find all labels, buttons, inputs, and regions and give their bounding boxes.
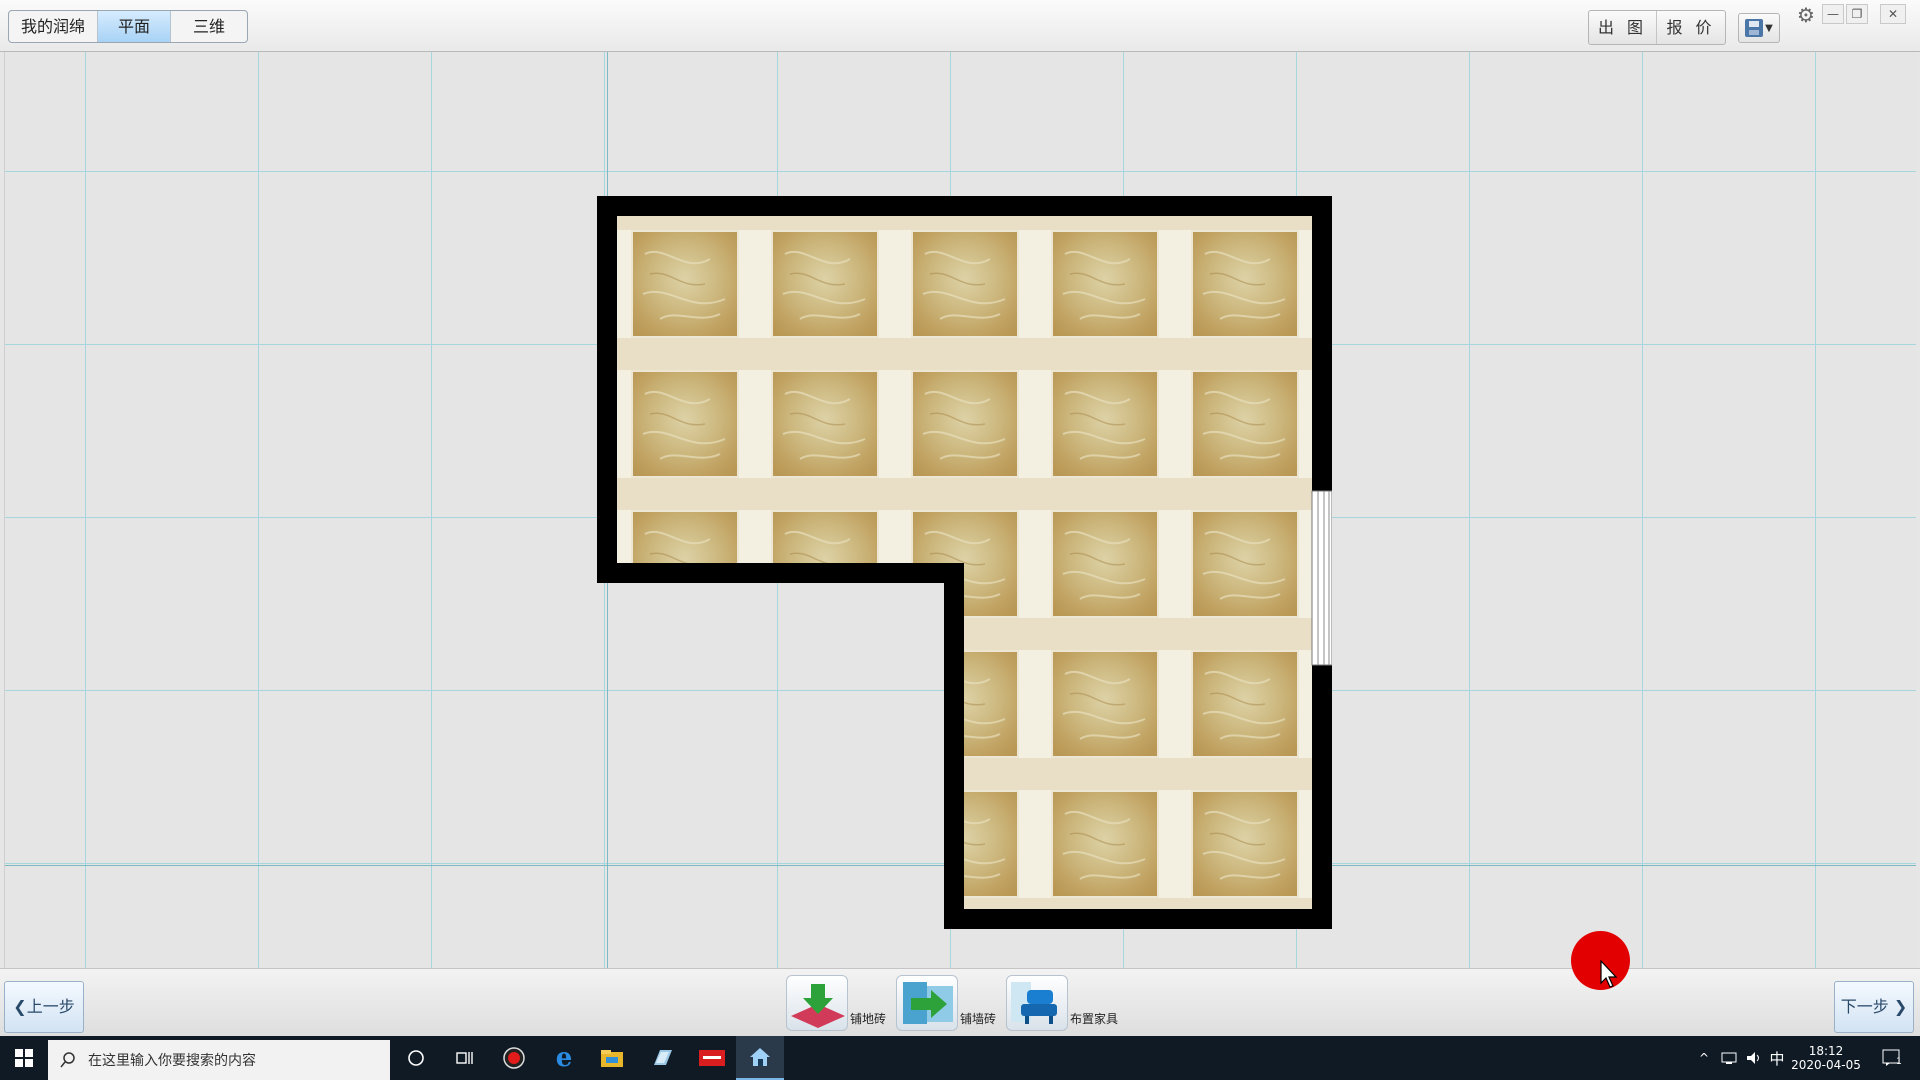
pointer-icon [1600, 959, 1618, 988]
save-icon [1745, 19, 1764, 37]
furniture-label: 布置家具 [1070, 1012, 1119, 1026]
restore-button[interactable]: ❐ [1846, 4, 1868, 24]
ime-indicator[interactable]: 中 [1766, 1036, 1788, 1080]
cortana-button[interactable] [392, 1036, 440, 1080]
cursor-highlight [1571, 931, 1630, 990]
room-floorplan[interactable] [597, 196, 1332, 929]
next-step-button[interactable]: 下一步 ❯ [1834, 981, 1914, 1033]
tab-plan[interactable]: 平面 [98, 11, 172, 42]
chevron-down-icon: ▼ [1765, 22, 1773, 34]
export-button[interactable]: 出 图 [1589, 11, 1657, 44]
taskbar-recorder[interactable] [490, 1036, 538, 1080]
clock-time: 18:12 [1808, 1044, 1844, 1058]
tab-3d[interactable]: 三维 [171, 11, 247, 42]
task-view-icon [456, 1052, 473, 1064]
start-button[interactable] [0, 1036, 48, 1080]
floor-tile-icon [786, 975, 848, 1031]
top-toolbar: 我的润绵 平面 三维 出 图 报 价 ▼ ⚙ — ❐ ✕ [0, 0, 1920, 52]
floor-tile-label: 铺地砖 [850, 1012, 887, 1026]
clock-date: 2020-04-05 [1791, 1058, 1861, 1072]
wall-tile-tool[interactable]: 铺墙砖 [896, 975, 996, 1031]
mode-tabs: 我的润绵 平面 三维 [8, 10, 249, 43]
furniture-icon [1006, 975, 1068, 1031]
home-icon [750, 1048, 770, 1066]
export-quote-group: 出 图 报 价 [1588, 10, 1726, 45]
network-icon[interactable] [1718, 1036, 1740, 1080]
bottom-toolbar: ❮上一步 铺地砖 铺墙砖 布置家具 下一步 ❯ [0, 968, 1920, 1036]
close-button[interactable]: ✕ [1880, 4, 1906, 24]
wall-tile-icon [896, 975, 958, 1031]
clock[interactable]: 18:12 2020-04-05 [1790, 1036, 1862, 1080]
taskbar-edge[interactable]: e [540, 1036, 588, 1080]
gear-icon[interactable]: ⚙ [1797, 4, 1815, 26]
taskbar-explorer[interactable] [588, 1036, 636, 1080]
floor-tile-tool[interactable]: 铺地砖 [786, 975, 886, 1031]
room-svg [597, 196, 1332, 929]
tab-my-designs[interactable]: 我的润绵 [9, 11, 99, 42]
quote-button[interactable]: 报 价 [1657, 11, 1725, 44]
search-placeholder: 在这里输入你要搜索的内容 [88, 1053, 256, 1069]
chevron-up-icon: ^ [1698, 1051, 1710, 1065]
brand-app-icon [699, 1050, 725, 1066]
plan-canvas[interactable] [4, 52, 1916, 968]
notification-count: 1 [1896, 1057, 1902, 1067]
wall-tile-label: 铺墙砖 [960, 1012, 997, 1026]
cortana-icon [408, 1050, 424, 1066]
app-icon [654, 1050, 672, 1065]
save-dropdown-button[interactable]: ▼ [1738, 13, 1780, 43]
tray-expand-button[interactable]: ^ [1694, 1036, 1714, 1080]
taskbar-home-app[interactable] [736, 1036, 784, 1080]
taskbar-search-input[interactable]: 在这里输入你要搜索的内容 [48, 1040, 390, 1080]
edge-icon: e [555, 1043, 573, 1073]
search-icon [60, 1052, 75, 1068]
volume-icon[interactable] [1742, 1036, 1764, 1080]
taskbar-app-blue[interactable] [638, 1036, 686, 1080]
action-center-button[interactable]: 1 [1872, 1036, 1912, 1080]
previous-step-button[interactable]: ❮上一步 [4, 981, 84, 1033]
folder-icon [601, 1050, 623, 1067]
windows-icon [15, 1049, 33, 1067]
taskbar-app-red[interactable] [688, 1036, 736, 1080]
record-icon [503, 1047, 525, 1069]
task-view-button[interactable] [440, 1036, 488, 1080]
minimize-button[interactable]: — [1822, 4, 1844, 24]
furniture-tool[interactable]: 布置家具 [1006, 975, 1118, 1031]
